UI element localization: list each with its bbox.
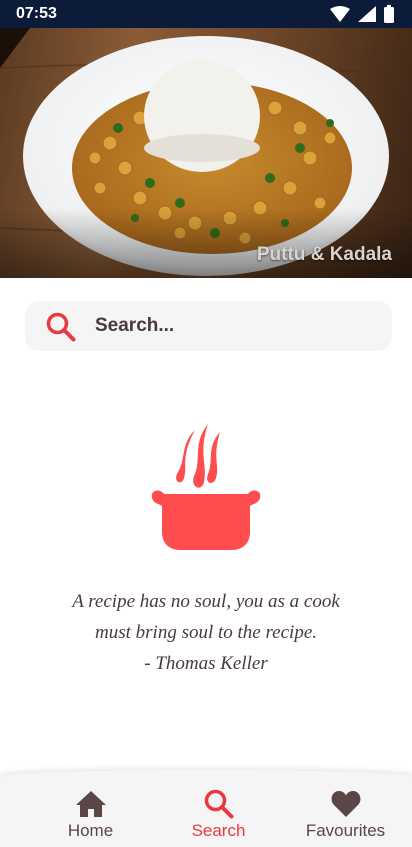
status-bar: 07:53 — [0, 0, 412, 28]
heart-icon — [331, 791, 360, 817]
wifi-icon — [330, 6, 350, 22]
quote-author: - Thomas Keller — [144, 653, 268, 674]
nav-favourites-label: Favourites — [305, 821, 386, 840]
nav-search[interactable]: Search — [150, 770, 287, 847]
hero-image: Puttu & Kadala — [0, 28, 412, 278]
quote-line-1: A recipe has no soul, you as a cook — [72, 591, 340, 612]
search-icon — [46, 312, 76, 342]
nav-search-label: Search — [191, 821, 246, 840]
battery-icon — [384, 5, 394, 23]
quote: A recipe has no soul, you as a cook must… — [20, 586, 392, 679]
search-input[interactable] — [95, 301, 375, 351]
cooking-pot-icon — [151, 424, 261, 550]
search-icon — [204, 789, 233, 819]
status-icons — [330, 5, 394, 23]
dish-illustration — [0, 28, 412, 278]
nav-home-label: Home — [67, 821, 114, 840]
signal-icon — [358, 6, 376, 22]
search-bar[interactable] — [25, 301, 392, 351]
nav-home[interactable]: Home — [22, 770, 159, 847]
nav-favourites[interactable]: Favourites — [277, 770, 412, 847]
status-time: 07:53 — [16, 5, 57, 22]
home-icon — [75, 791, 106, 817]
quote-line-2: must bring soul to the recipe. — [95, 622, 317, 643]
hero-caption: Puttu & Kadala — [256, 244, 392, 265]
bottom-navigation: Home Search Favourites — [0, 770, 412, 847]
